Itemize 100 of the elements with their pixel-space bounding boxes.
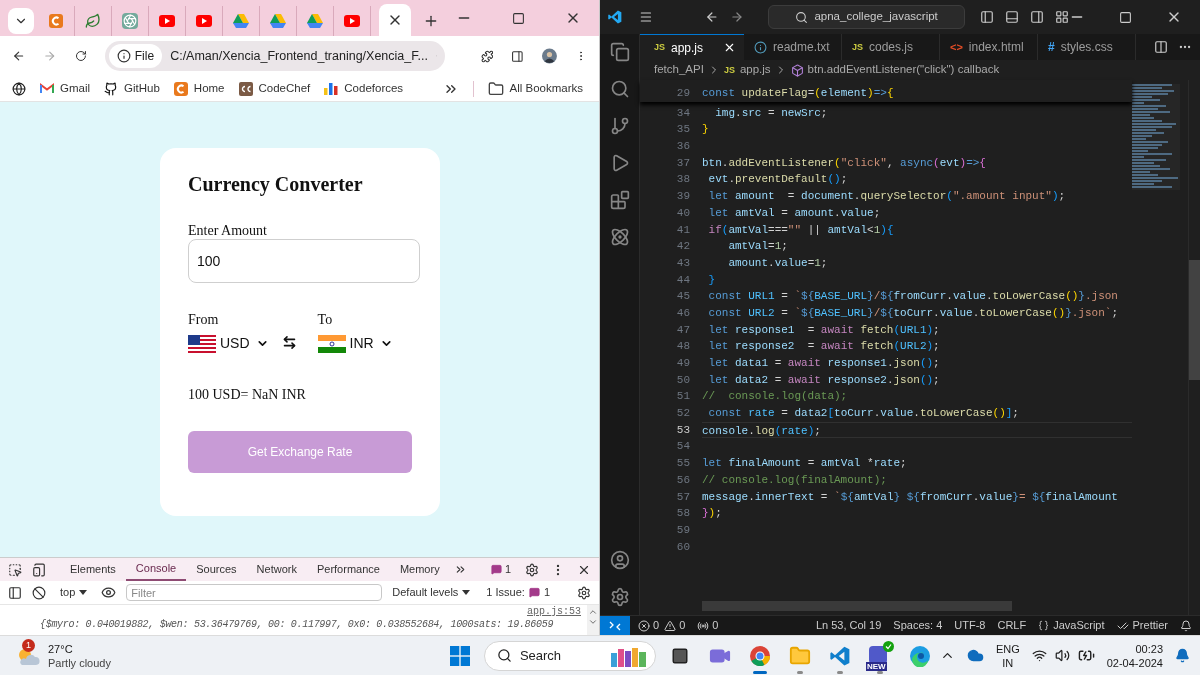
formatter-status[interactable]: Prettier (1116, 617, 1168, 634)
account-icon[interactable] (609, 550, 630, 570)
reload-icon[interactable] (74, 48, 87, 64)
aperture-icon (122, 13, 138, 29)
card-title: Currency Converter (188, 174, 364, 194)
editor-tab[interactable]: readme.txt (744, 34, 842, 60)
code-line: let finalAmount = amtVal *rate; (702, 457, 907, 470)
scroll-down-icon[interactable] (588, 617, 598, 627)
bookmark[interactable]: Codeforces (324, 79, 404, 98)
cloud-icon[interactable] (966, 647, 984, 664)
secondary-sidebar-icon[interactable] (1030, 10, 1044, 24)
message-icon (490, 564, 502, 575)
site-info-chip[interactable]: File (108, 44, 163, 68)
edge-browser-icon[interactable] (908, 644, 931, 667)
back-icon[interactable] (704, 9, 719, 25)
line-ending[interactable]: CRLF (997, 617, 1027, 634)
filter-field[interactable]: Filter (126, 584, 383, 601)
all-bookmarks-button[interactable]: All Bookmarks (487, 79, 587, 98)
encoding[interactable]: UTF-8 (954, 617, 986, 634)
source-link[interactable]: app.js:53 (527, 605, 581, 618)
context-select[interactable]: top (56, 584, 92, 601)
panel-toggle-icon[interactable] (1005, 10, 1019, 24)
sidebar-icon[interactable] (8, 585, 22, 600)
amount-field[interactable]: 100 (188, 239, 420, 283)
devtools-tab[interactable]: Performance (306, 558, 390, 581)
bookmark[interactable]: GitHub (104, 79, 160, 98)
clear-icon[interactable] (32, 585, 46, 600)
volume-icon[interactable] (1054, 648, 1070, 663)
line-number: 35 (675, 122, 690, 138)
swap-icon[interactable] (282, 335, 298, 350)
editor-tab[interactable]: JS app.js (640, 34, 744, 60)
split-editor-icon[interactable] (1154, 40, 1168, 54)
language-indicator[interactable]: ENG IN (995, 641, 1020, 670)
devtools-tab[interactable]: Sources (186, 558, 247, 581)
cursor-position[interactable]: Ln 53, Col 19 (815, 617, 882, 634)
cube-icon (790, 63, 804, 77)
code-line: let data2 = await response2.json(); (707, 373, 940, 386)
extensions-icon[interactable] (609, 190, 630, 210)
line-number: 41 (675, 222, 690, 238)
info-icon (116, 49, 131, 63)
code-line: const updateFlag=(element)=>{ (702, 86, 894, 101)
close-icon[interactable] (723, 41, 736, 54)
bookmark[interactable]: CodeChef (238, 79, 311, 98)
device-toolbar-icon[interactable] (32, 562, 46, 577)
code-line: const URL2 = `${BASE_URL}/${toCurr.value.toLowerCase()}.json`; (707, 306, 1118, 319)
atom-icon[interactable] (609, 227, 630, 247)
breadcrumb-item[interactable]: btn.addEventListener("click") callback (790, 61, 1000, 79)
sidebar-toggle-icon[interactable] (980, 10, 994, 24)
notifications-icon[interactable] (1175, 648, 1190, 663)
search-field[interactable]: Search (483, 640, 656, 671)
settings-icon[interactable] (577, 585, 591, 600)
new-tab-icon[interactable] (423, 13, 439, 29)
eye-icon[interactable] (101, 585, 117, 600)
editor-logo-icon[interactable] (829, 645, 850, 666)
levels-select[interactable]: Default levels (392, 584, 471, 601)
command-search-field[interactable]: apna_college_javascript (768, 5, 965, 29)
breadcrumb-item[interactable]: JS app.js (723, 61, 771, 79)
bookmark[interactable]: Gmail (40, 79, 91, 98)
avatar-icon[interactable] (542, 46, 558, 66)
search-icon[interactable] (609, 79, 630, 99)
weather-widget[interactable]: 1 27°C Partly cloudy (0, 641, 284, 670)
line-number: 43 (675, 255, 690, 271)
settings-icon[interactable] (525, 562, 539, 577)
devtools-tab[interactable]: Console (125, 558, 187, 581)
layout-icon[interactable] (1055, 10, 1069, 24)
indentation[interactable]: Spaces: 4 (893, 617, 943, 634)
problems-button[interactable]: 0 0 (638, 617, 686, 634)
code-line: if(amtVal==="" || amtVal<1){ (707, 223, 894, 236)
bookmark[interactable]: Home (173, 79, 225, 98)
issues-button[interactable]: 1 Issue: 1 (486, 584, 550, 601)
currency-select[interactable]: USD (220, 333, 269, 354)
globe-icon[interactable] (12, 81, 26, 96)
scroll-up-icon[interactable] (588, 607, 598, 617)
notifications-icon[interactable] (1180, 619, 1192, 632)
browser-icon[interactable] (748, 644, 771, 667)
files-icon[interactable] (609, 42, 630, 62)
editor-tab[interactable]: JS codes.js (842, 34, 940, 60)
task-view-icon[interactable] (670, 646, 689, 665)
code-line: console.log(rate); (702, 424, 821, 437)
amount-label: Enter Amount (188, 224, 267, 238)
currency-select[interactable]: INR (349, 333, 393, 354)
editor-tab[interactable]: <> index.html (940, 34, 1038, 60)
check-icon (882, 640, 894, 652)
breadcrumb-item[interactable]: fetch_API (654, 61, 704, 79)
devtools-tab[interactable]: Memory (389, 558, 450, 581)
start-icon[interactable] (449, 645, 470, 666)
remote-button[interactable] (600, 616, 630, 635)
maximize-icon[interactable] (512, 11, 525, 25)
devtools-tab[interactable]: Network (246, 558, 307, 581)
source-control-icon[interactable] (609, 116, 630, 136)
line-number: 34 (675, 105, 690, 121)
clock[interactable]: 00:23 02-04-2024 (1106, 641, 1163, 670)
inspect-icon[interactable] (8, 562, 22, 577)
issues-badge[interactable]: 1 (490, 561, 511, 578)
address-bar[interactable]: File C:/Aman/Xencia_Frontend_traning/Xencia_F... (104, 41, 445, 71)
wifi-icon[interactable] (1031, 648, 1047, 663)
code-line: let data1 = await response1.json(); (707, 357, 940, 369)
devtools-tab[interactable]: Elements (60, 558, 126, 581)
language-mode[interactable]: JavaScript (1038, 617, 1105, 634)
ports-button[interactable]: 0 (697, 617, 719, 634)
